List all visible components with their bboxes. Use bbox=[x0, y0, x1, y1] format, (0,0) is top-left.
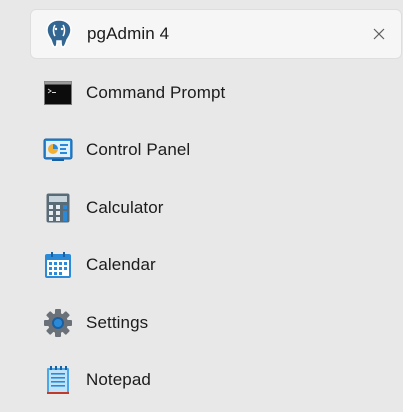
item-label: pgAdmin 4 bbox=[87, 24, 170, 43]
notepad-icon bbox=[42, 364, 74, 396]
gear-icon bbox=[42, 307, 74, 339]
item-label: Calendar bbox=[86, 255, 156, 275]
item-label: Notepad bbox=[86, 370, 151, 390]
item-label: Calculator bbox=[86, 197, 164, 217]
item-label: Control Panel bbox=[86, 140, 191, 160]
close-icon[interactable] bbox=[371, 26, 387, 42]
list-item-calculator[interactable]: Calculator bbox=[30, 181, 402, 234]
item-label: Command Prompt bbox=[86, 82, 226, 102]
app-list: pgAdmin 4 Command Prompt Control Panel C… bbox=[30, 9, 402, 412]
list-item-calendar[interactable]: Calendar bbox=[30, 239, 402, 292]
list-item-pgadmin[interactable]: pgAdmin 4 bbox=[30, 9, 402, 59]
list-item-settings[interactable]: Settings bbox=[30, 296, 402, 349]
postgres-elephant-icon bbox=[43, 18, 75, 50]
control-panel-icon bbox=[42, 134, 74, 166]
calculator-icon bbox=[42, 192, 74, 224]
list-item-control-panel[interactable]: Control Panel bbox=[30, 124, 402, 177]
calendar-icon bbox=[42, 249, 74, 281]
list-item-command-prompt[interactable]: Command Prompt bbox=[30, 66, 402, 119]
terminal-icon bbox=[42, 77, 74, 109]
item-label: Settings bbox=[86, 312, 149, 332]
list-item-notepad[interactable]: Notepad bbox=[30, 354, 402, 407]
